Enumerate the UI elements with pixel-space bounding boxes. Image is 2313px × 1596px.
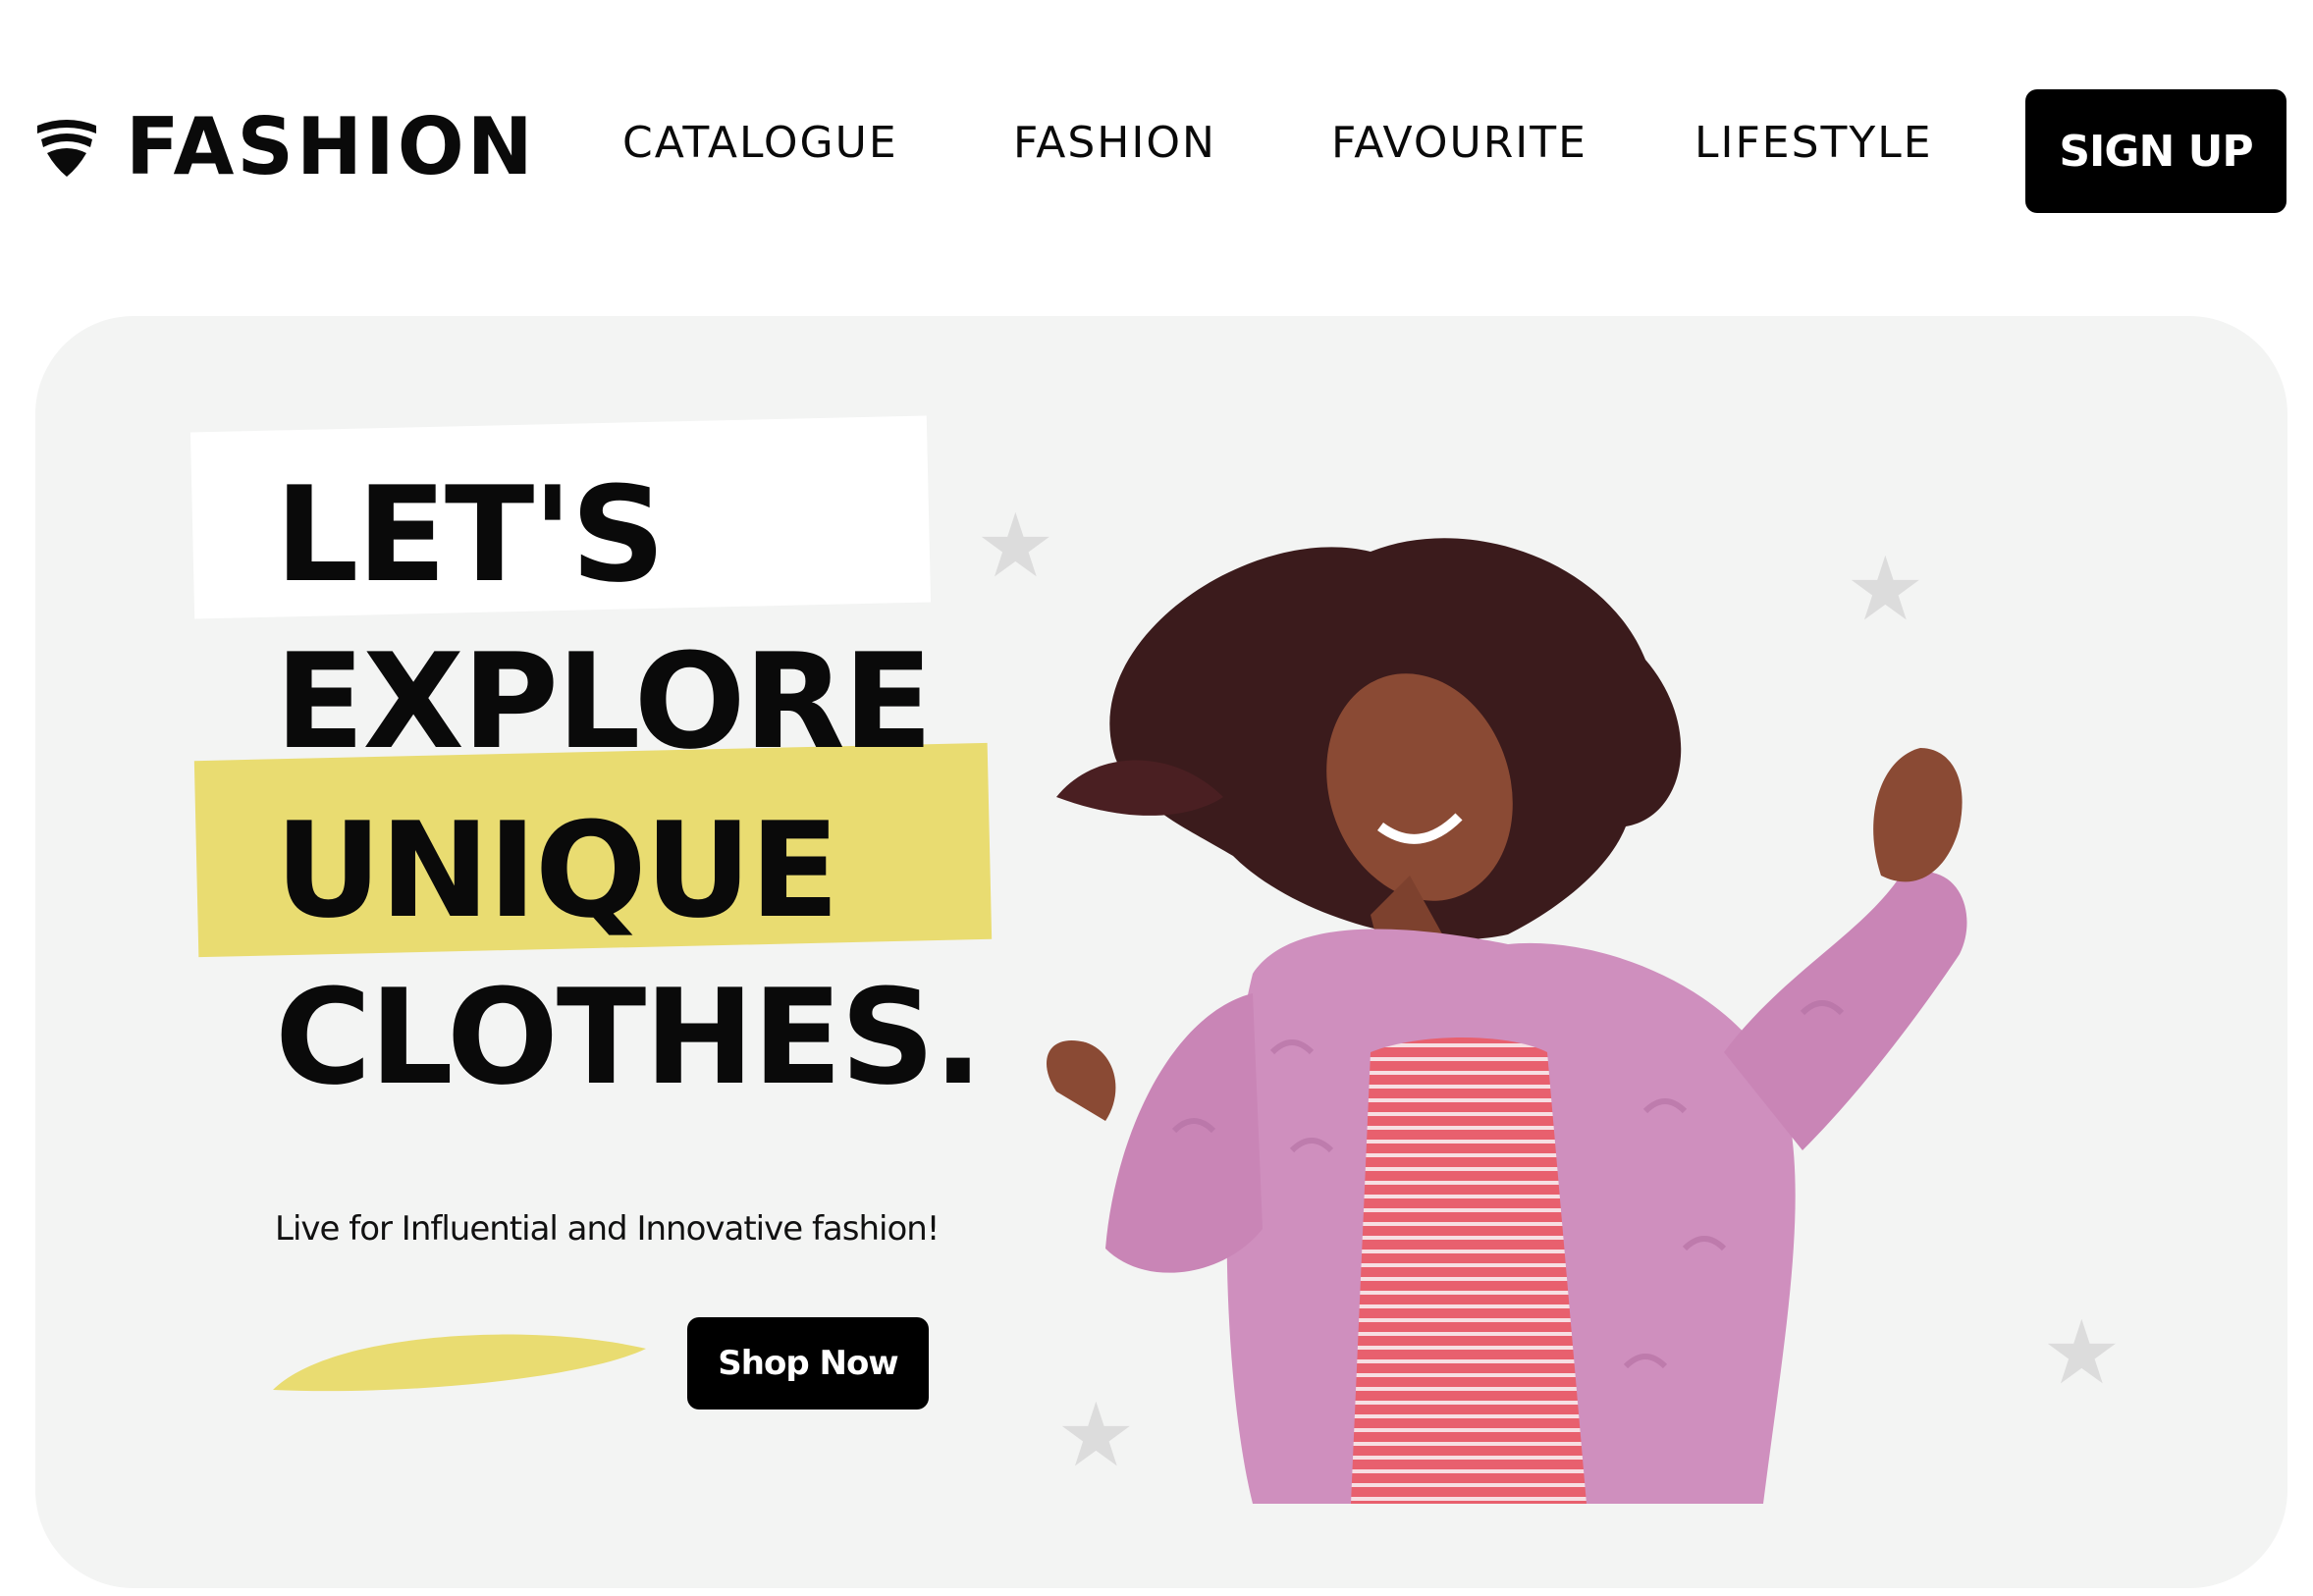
headline-line-2: EXPLORE	[275, 625, 933, 778]
hero-banner: LET'S EXPLORE UNIQUE CLOTHES. Live for I…	[35, 316, 2287, 1588]
shop-now-button[interactable]: Shop Now	[687, 1317, 929, 1410]
fashion-logo-icon	[37, 120, 96, 177]
nav-item-lifestyle[interactable]: LIFESTYLE	[1694, 122, 1933, 165]
headline-line-3: UNIQUE	[275, 794, 839, 947]
hero-tagline: Live for Influential and Innovative fash…	[275, 1209, 940, 1249]
hero-model-image	[1047, 538, 1967, 1504]
headline-line-1: LET'S	[275, 458, 666, 612]
nav-item-catalogue[interactable]: CATALOGUE	[622, 122, 898, 165]
nav-item-fashion[interactable]: FASHION	[1013, 122, 1216, 165]
page: FASHION CATALOGUE FASHION FAVOURITE LIFE…	[0, 0, 2313, 1596]
sign-up-button[interactable]: SIGN UP	[2025, 89, 2286, 213]
yellow-swoosh-decoration	[273, 1334, 646, 1392]
headline-line-4: CLOTHES.	[275, 961, 983, 1114]
nav-item-favourite[interactable]: FAVOURITE	[1331, 122, 1587, 165]
brand-logo[interactable]: FASHION	[35, 108, 536, 186]
brand-name: FASHION	[126, 101, 536, 192]
